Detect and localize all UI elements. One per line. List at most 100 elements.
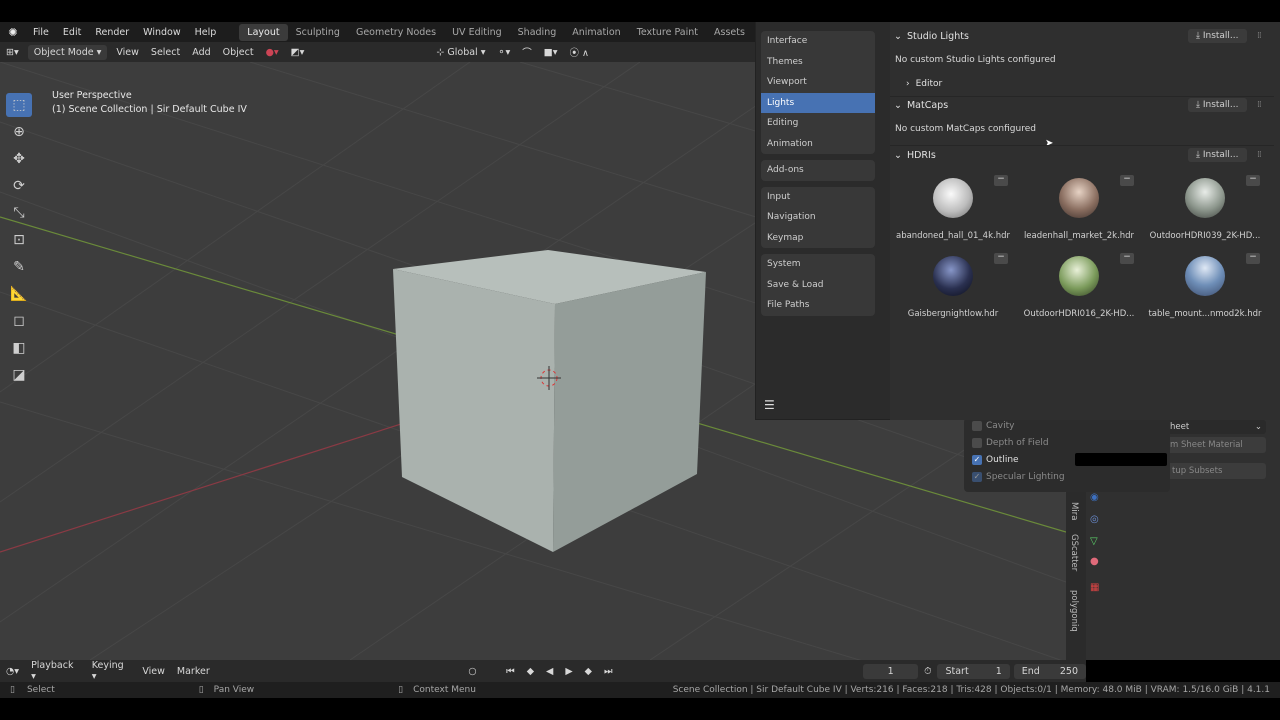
end-frame-field[interactable]: End 250 xyxy=(1013,663,1086,679)
workspace-tab-geometry-nodes[interactable]: Geometry Nodes xyxy=(348,24,444,41)
play-icon[interactable]: ▶ xyxy=(559,664,578,679)
remove-icon[interactable]: − xyxy=(1246,175,1260,186)
workspace-tab-assets[interactable]: Assets xyxy=(706,24,753,41)
jump-end-icon[interactable]: ⏭ xyxy=(598,664,619,679)
transform-icon[interactable]: ⊡ xyxy=(6,228,32,252)
data-icon[interactable]: ▽ xyxy=(1090,536,1098,547)
nav-system[interactable]: System xyxy=(761,254,875,275)
menu-view[interactable]: View xyxy=(110,45,145,60)
workspace-tab-layout[interactable]: Layout xyxy=(239,23,288,41)
overlay-row-outline[interactable]: ✓ Outline xyxy=(964,451,1170,468)
play-reverse-icon[interactable]: ◀ xyxy=(540,664,559,679)
nav-save-load[interactable]: Save & Load xyxy=(761,275,875,296)
nav-keymap[interactable]: Keymap xyxy=(761,228,875,249)
cursor-icon[interactable]: ⊕ xyxy=(6,120,32,144)
workspace-tab-shading[interactable]: Shading xyxy=(510,24,565,41)
shear-icon[interactable]: ◧ xyxy=(6,336,32,360)
overlay-row-depth-of-field[interactable]: Depth of Field xyxy=(964,434,1170,451)
jump-start-icon[interactable]: ⏮ xyxy=(500,664,521,679)
tab-mira[interactable]: Mira xyxy=(1069,502,1079,520)
hdri-item[interactable]: − abandoned_hall_01_4k.hdr xyxy=(894,172,1012,246)
menu-help[interactable]: Help xyxy=(188,27,224,38)
cube-left-face[interactable] xyxy=(393,269,555,552)
pivot-icon[interactable]: ⚬▾ xyxy=(492,45,517,60)
add-cube-icon[interactable]: ◻ xyxy=(6,309,32,333)
clock-icon[interactable]: ◔▾ xyxy=(0,664,25,679)
nav-file-paths[interactable]: File Paths xyxy=(761,295,875,316)
scale-icon[interactable]: ⤡ xyxy=(6,201,32,225)
depth-of-field-checkbox[interactable] xyxy=(972,437,982,448)
nav-navigation[interactable]: Navigation xyxy=(761,207,875,228)
cavity-checkbox[interactable] xyxy=(972,420,982,431)
annotate-icon[interactable]: ✎ xyxy=(6,255,32,279)
hdri-item[interactable]: − table_mount...nmod2k.hdr xyxy=(1146,250,1264,324)
hdris-install-button[interactable]: ⤓ Install... xyxy=(1188,148,1247,162)
nav-interface[interactable]: Interface xyxy=(761,31,875,52)
menu-render[interactable]: Render xyxy=(88,27,136,38)
nav-viewport[interactable]: Viewport xyxy=(761,72,875,93)
gpencil-icon[interactable]: ●▾ xyxy=(260,45,285,60)
object-mode-dropdown[interactable]: Object Mode ▾ xyxy=(27,44,108,60)
menu-file[interactable]: File xyxy=(26,27,56,38)
tab-polygoniq[interactable]: polygoniq xyxy=(1069,590,1079,632)
prev-keyframe-icon[interactable]: ◆ xyxy=(521,664,540,679)
record-icon[interactable]: ○ xyxy=(462,664,482,679)
nav-animation[interactable]: Animation xyxy=(761,134,875,155)
editor-subpanel[interactable]: › Editor xyxy=(906,79,942,89)
drag-handle-icon[interactable]: ⁞⁞ xyxy=(1257,31,1262,41)
hdri-item[interactable]: − OutdoorHDRI016_2K-HD... xyxy=(1020,250,1138,324)
workspace-tab-texture-paint[interactable]: Texture Paint xyxy=(629,24,706,41)
sheet-material-button[interactable]: m Sheet Material xyxy=(1166,437,1266,453)
remove-icon[interactable]: − xyxy=(994,175,1008,186)
measure-icon[interactable]: 📐 xyxy=(6,282,32,306)
matcaps-header[interactable]: ⌄ MatCaps xyxy=(894,100,948,111)
hdri-item[interactable]: − leadenhall_market_2k.hdr xyxy=(1020,172,1138,246)
texture-icon[interactable]: ▦ xyxy=(1090,582,1099,593)
hdri-item[interactable]: − Gaisbergnightlow.hdr xyxy=(894,250,1012,324)
editor-type-icon[interactable]: ⊞▾ xyxy=(0,45,25,60)
extra-tool-icon[interactable]: ◪ xyxy=(6,363,32,387)
studio-lights-install-button[interactable]: ⤓ Install... xyxy=(1188,29,1247,43)
workspace-tab-uv-editing[interactable]: UV Editing xyxy=(444,24,510,41)
workspace-tab-sculpting[interactable]: Sculpting xyxy=(288,24,348,41)
rotate-icon[interactable]: ⟳ xyxy=(6,174,32,198)
nav-themes[interactable]: Themes xyxy=(761,52,875,73)
current-frame-field[interactable]: 1 xyxy=(863,663,919,679)
select-box-icon[interactable]: ⬚ xyxy=(6,93,32,117)
menu-window[interactable]: Window xyxy=(136,27,187,38)
menu-marker[interactable]: Marker xyxy=(171,664,216,679)
material-icon[interactable]: ● xyxy=(1090,556,1099,567)
specular-lighting-checkbox[interactable]: ✓ xyxy=(972,471,982,482)
overlay-row-specular-lighting[interactable]: ✓ Specular Lighting xyxy=(964,468,1170,485)
hdri-item[interactable]: − OutdoorHDRI039_2K-HD... xyxy=(1146,172,1264,246)
remove-icon[interactable]: − xyxy=(1120,175,1134,186)
nav-editing[interactable]: Editing xyxy=(761,113,875,134)
hdris-header[interactable]: ⌄ HDRIs xyxy=(894,150,936,161)
cube-right-face[interactable] xyxy=(553,272,706,552)
setup-subsets-button[interactable]: tup Subsets xyxy=(1166,463,1266,479)
remove-icon[interactable]: − xyxy=(1120,253,1134,264)
remove-icon[interactable]: − xyxy=(1246,253,1260,264)
snap-target-icon[interactable]: ■▾ xyxy=(538,45,564,60)
matcaps-install-button[interactable]: ⤓ Install... xyxy=(1188,98,1247,112)
use-preview-range-icon[interactable]: ⏱ xyxy=(918,664,937,679)
drag-handle-icon[interactable]: ⁞⁞ xyxy=(1257,100,1262,110)
constraint-icon[interactable]: ◉ xyxy=(1090,492,1099,503)
snap-icon[interactable]: ⌒ xyxy=(516,43,538,61)
outline-color-swatch[interactable] xyxy=(1074,453,1167,466)
physics-icon[interactable]: ◎ xyxy=(1090,514,1099,525)
blender-logo-icon[interactable]: ✺ xyxy=(0,26,26,39)
nav-lights[interactable]: Lights xyxy=(761,92,875,113)
menu-object[interactable]: Object xyxy=(217,45,260,60)
studio-lights-header[interactable]: ⌄ Studio Lights xyxy=(894,31,969,42)
next-keyframe-icon[interactable]: ◆ xyxy=(579,664,598,679)
outline-checkbox[interactable]: ✓ xyxy=(972,454,982,465)
start-frame-field[interactable]: Start 1 xyxy=(937,663,1010,679)
sheet-dropdown[interactable]: heet ⌄ xyxy=(1166,420,1266,434)
hamburger-menu-icon[interactable]: ☰ xyxy=(764,398,775,412)
menu-keying[interactable]: Keying ▾ xyxy=(86,658,137,684)
shading-icon[interactable]: ◩▾ xyxy=(285,45,311,60)
tab-gscatter[interactable]: GScatter xyxy=(1069,534,1079,571)
menu-playback[interactable]: Playback ▾ xyxy=(25,658,86,684)
menu-add[interactable]: Add xyxy=(186,45,216,60)
